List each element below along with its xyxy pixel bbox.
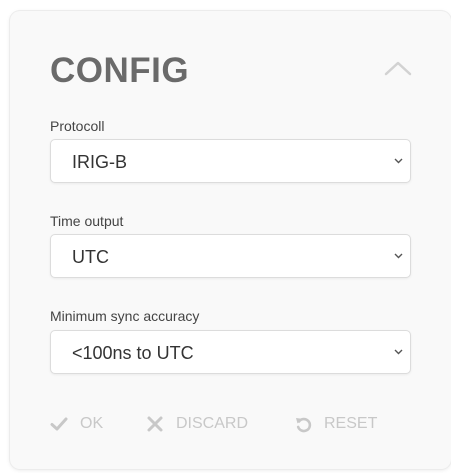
collapse-button[interactable] — [382, 55, 414, 81]
protocol-select[interactable]: IRIG-B — [50, 139, 411, 183]
ok-button[interactable]: OK — [50, 414, 103, 434]
time-output-label: Time output — [50, 213, 124, 229]
protocol-label: Protocoll — [50, 118, 105, 134]
time-output-selected-value: UTC — [72, 247, 109, 267]
chevron-up-icon — [382, 55, 414, 81]
undo-icon — [294, 415, 312, 433]
sync-accuracy-selected-value: <100ns to UTC — [72, 343, 194, 363]
chevron-down-icon — [394, 253, 403, 259]
ok-button-label: OK — [80, 415, 104, 432]
time-output-select[interactable]: UTC — [50, 234, 411, 278]
reset-button[interactable]: RESET — [294, 414, 377, 434]
protocol-selected-value: IRIG-B — [72, 152, 128, 172]
sync-accuracy-label: Minimum sync accuracy — [50, 308, 200, 324]
discard-button-label: DISCARD — [176, 415, 249, 432]
reset-button-label: RESET — [324, 415, 378, 432]
panel-title: CONFIG — [50, 51, 190, 90]
config-panel: CONFIG Protocoll IRIG-B Time output UTC … — [10, 11, 451, 469]
close-icon — [146, 415, 164, 433]
chevron-down-icon — [394, 349, 403, 355]
discard-button[interactable]: DISCARD — [146, 414, 248, 434]
checkmark-icon — [50, 415, 68, 433]
sync-accuracy-select[interactable]: <100ns to UTC — [50, 330, 411, 374]
chevron-down-icon — [394, 158, 403, 164]
